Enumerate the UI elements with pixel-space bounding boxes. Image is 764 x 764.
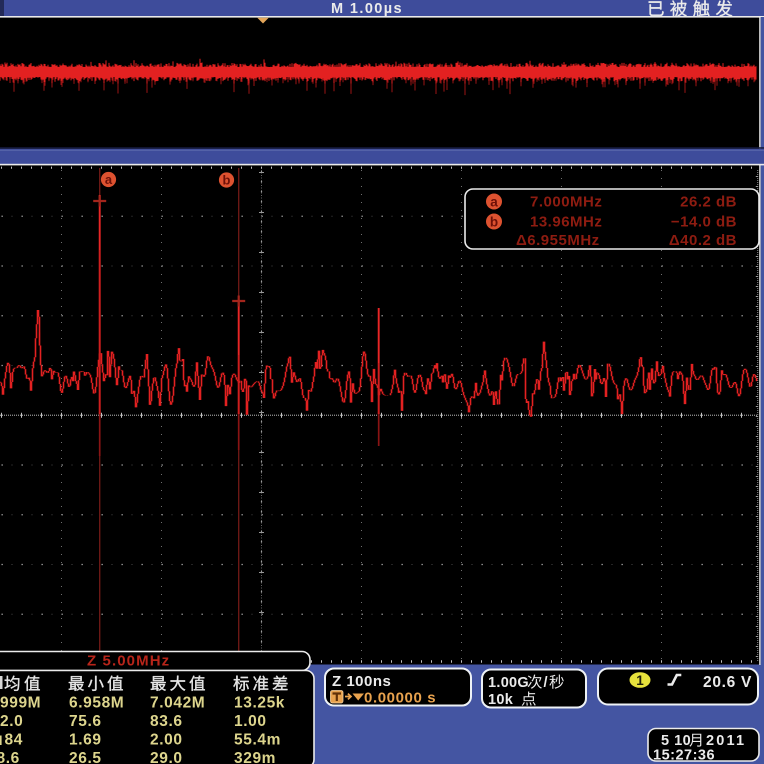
svg-text:1.00G: 1.00G (488, 675, 529, 691)
svg-text:329m: 329m (234, 750, 276, 764)
svg-text:999M: 999M (0, 695, 41, 712)
svg-text:29.0: 29.0 (150, 750, 183, 764)
svg-text:M 1.00µs: M 1.00µs (331, 1, 403, 17)
svg-text:Δ40.2 dB: Δ40.2 dB (669, 232, 737, 249)
svg-text:−14.0 dB: −14.0 dB (671, 214, 737, 231)
svg-text:15:27:36: 15:27:36 (653, 748, 715, 764)
svg-text:1.00: 1.00 (234, 713, 267, 730)
svg-text:2.00: 2.00 (150, 732, 183, 749)
svg-text:20.6 V: 20.6 V (703, 674, 752, 691)
svg-text:a: a (490, 194, 498, 209)
svg-text:13.25k: 13.25k (234, 695, 285, 712)
svg-text:8.6: 8.6 (0, 750, 20, 764)
svg-text:Z 100ns: Z 100ns (332, 673, 391, 690)
svg-text:83.6: 83.6 (150, 713, 183, 730)
svg-text:1: 1 (636, 673, 644, 688)
svg-text:Δ6.955MHz: Δ6.955MHz (516, 232, 600, 249)
svg-text:26.2 dB: 26.2 dB (680, 194, 737, 211)
svg-text:55.4m: 55.4m (234, 732, 281, 749)
svg-text:6.958M: 6.958M (69, 695, 124, 712)
svg-text:10k: 10k (488, 692, 514, 708)
svg-text:Z 5.00MHz: Z 5.00MHz (87, 653, 170, 670)
svg-text:7.000MHz: 7.000MHz (530, 194, 602, 211)
svg-text:/: / (544, 675, 548, 691)
svg-text:7.042M: 7.042M (150, 695, 205, 712)
svg-text:1.69: 1.69 (69, 732, 102, 749)
svg-text:13.96MHz: 13.96MHz (530, 214, 602, 231)
svg-text:26.5: 26.5 (69, 750, 102, 764)
svg-text:b: b (490, 214, 498, 229)
svg-text:2.0: 2.0 (0, 713, 23, 730)
svg-text:b: b (223, 173, 231, 188)
svg-text:75.6: 75.6 (69, 713, 102, 730)
svg-text:84: 84 (5, 732, 23, 749)
svg-text:a: a (105, 172, 113, 187)
svg-text:0.00000 s: 0.00000 s (364, 690, 436, 707)
